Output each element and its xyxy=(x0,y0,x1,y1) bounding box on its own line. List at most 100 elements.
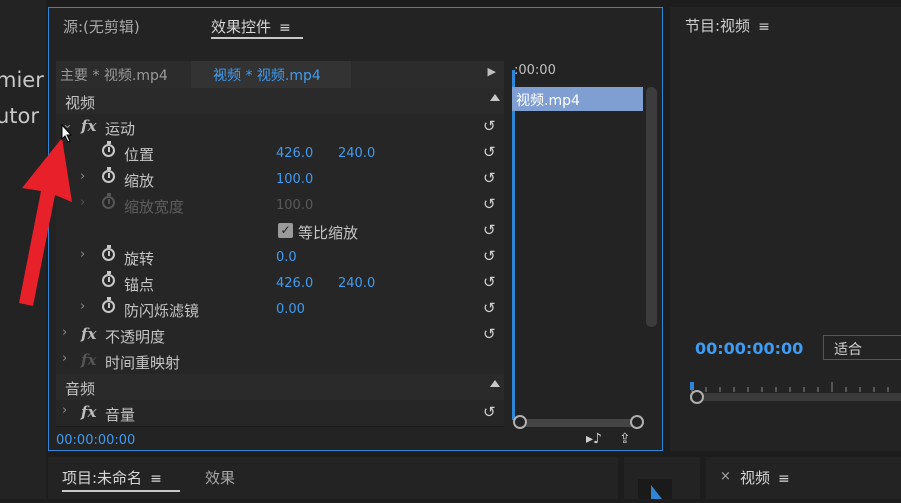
chevron-right-icon[interactable]: › xyxy=(80,169,85,184)
reset-icon[interactable]: ↺ xyxy=(483,195,496,213)
scroll-handle-right[interactable] xyxy=(630,415,644,429)
panel-menu-icon[interactable]: ≡ xyxy=(758,19,770,35)
tab-effect-controls[interactable]: 效果控件 ≡ xyxy=(211,16,291,37)
property-row-scale-width: › 缩放宽度 100.0 ↺ xyxy=(56,192,504,219)
property-row-scale[interactable]: › 缩放 100.0 ↺ xyxy=(56,166,504,193)
active-tab-underline xyxy=(211,37,303,39)
stopwatch-icon[interactable] xyxy=(102,271,115,287)
reset-icon[interactable]: ↺ xyxy=(483,325,496,343)
master-clip-label[interactable]: 主要 * 视频.mp4 xyxy=(60,65,168,85)
zoom-handle[interactable] xyxy=(690,390,704,404)
effect-row-volume[interactable]: › fx 音量 ↺ xyxy=(56,400,504,427)
scroll-handle-left[interactable] xyxy=(513,415,527,429)
program-monitor-title[interactable]: 节目:视频 ≡ xyxy=(685,15,770,36)
horizontal-scrollbar[interactable] xyxy=(515,419,639,427)
fx-icon[interactable]: fx xyxy=(81,325,96,343)
mouse-cursor-icon xyxy=(61,124,73,143)
project-panel: 项目:未命名 ≡ 效果 xyxy=(48,457,618,499)
property-label: 锚点 xyxy=(124,276,155,294)
property-value-y[interactable]: 240.0 xyxy=(338,146,375,161)
property-value[interactable]: 0.00 xyxy=(276,302,305,317)
effect-controls-panel: 源:(无剪辑) 效果控件 ≡ 主要 * 视频.mp4 ⌄ 视频 * 视频.mp4 … xyxy=(48,7,663,451)
fx-icon[interactable]: fx xyxy=(81,403,96,421)
property-value[interactable]: 0.0 xyxy=(276,250,297,265)
zoom-scroll-bar[interactable] xyxy=(690,393,901,401)
stopwatch-icon[interactable] xyxy=(102,141,115,157)
current-time-display[interactable]: 00:00:00:00 xyxy=(56,433,135,448)
active-tab-underline xyxy=(62,490,180,492)
fit-label: 适合 xyxy=(834,342,862,358)
property-value-x[interactable]: 426.0 xyxy=(276,146,313,161)
property-row-anchor[interactable]: 锚点 426.0 240.0 ↺ xyxy=(56,270,504,297)
effect-label: 时间重映射 xyxy=(105,354,181,372)
tab-source[interactable]: 源:(无剪辑) xyxy=(63,16,140,37)
audio-play-icon[interactable]: ▸♪ xyxy=(586,431,602,447)
reset-icon[interactable]: ↺ xyxy=(483,221,496,239)
property-row-anti-flicker[interactable]: › 防闪烁滤镜 0.00 ↺ xyxy=(56,296,504,323)
property-label: 缩放宽度 xyxy=(124,198,185,216)
property-value-y[interactable]: 240.0 xyxy=(338,276,375,291)
reset-icon[interactable]: ↺ xyxy=(483,143,496,161)
reset-icon[interactable]: ↺ xyxy=(483,247,496,265)
fx-icon[interactable]: fx xyxy=(81,117,96,135)
clip-header: 主要 * 视频.mp4 ⌄ 视频 * 视频.mp4 ▶ xyxy=(56,61,504,88)
clip-name: 视频.mp4 xyxy=(516,93,580,109)
chevron-right-icon[interactable]: › xyxy=(62,325,67,340)
chevron-right-icon: › xyxy=(80,195,86,210)
fit-dropdown[interactable]: 适合 xyxy=(823,335,901,360)
timeline-clip[interactable]: 视频.mp4 xyxy=(512,87,643,111)
tools-panel xyxy=(624,457,700,499)
checkbox-label: 等比缩放 xyxy=(298,224,359,242)
effect-label: 音量 xyxy=(105,406,136,424)
stopwatch-icon[interactable] xyxy=(102,245,115,261)
effect-row-opacity[interactable]: › fx 不透明度 ↺ xyxy=(56,322,504,349)
property-row-position[interactable]: 位置 426.0 240.0 ↺ xyxy=(56,140,504,167)
timeline-panel: × 视频 ≡ xyxy=(706,457,901,499)
stopwatch-icon[interactable] xyxy=(102,297,115,313)
video-section-label: 视频 xyxy=(65,94,96,112)
reset-icon[interactable]: ↺ xyxy=(483,169,496,187)
uniform-scale-checkbox[interactable]: ✓ xyxy=(278,223,293,238)
chevron-right-icon[interactable]: › xyxy=(80,299,85,314)
program-monitor-panel: 节目:视频 ≡ 00:00:00:00 适合 xyxy=(670,7,901,451)
export-icon[interactable]: ⇪ xyxy=(619,431,631,447)
panel-menu-icon[interactable]: ≡ xyxy=(778,471,790,487)
sequence-clip-selector[interactable]: ⌄ 视频 * 视频.mp4 xyxy=(191,61,351,88)
panel-menu-icon[interactable]: ≡ xyxy=(279,20,291,36)
reset-icon[interactable]: ↺ xyxy=(483,117,496,135)
panel-menu-icon[interactable]: ≡ xyxy=(150,471,162,487)
tab-project[interactable]: 项目:未命名 ≡ xyxy=(62,467,162,488)
reset-icon[interactable]: ↺ xyxy=(483,299,496,317)
time-ruler[interactable] xyxy=(690,382,901,392)
property-value-x[interactable]: 426.0 xyxy=(276,276,313,291)
chevron-right-icon[interactable]: › xyxy=(80,247,85,262)
effect-row-motion[interactable]: ⌄ fx 运动 ↺ xyxy=(56,114,504,141)
program-timecode[interactable]: 00:00:00:00 xyxy=(695,339,803,358)
property-label: 防闪烁滤镜 xyxy=(124,302,200,320)
property-row-uniform-scale[interactable]: ✓ 等比缩放 ↺ xyxy=(56,218,504,245)
close-icon[interactable]: × xyxy=(720,469,731,484)
property-value[interactable]: 100.0 xyxy=(276,172,313,187)
reset-icon[interactable]: ↺ xyxy=(483,273,496,291)
property-label: 位置 xyxy=(124,146,155,164)
chevron-right-icon[interactable]: › xyxy=(62,351,67,366)
effect-timeline[interactable]: :00:00 视频.mp4 xyxy=(510,61,644,428)
collapse-up-icon[interactable] xyxy=(490,94,500,101)
tab-effects[interactable]: 效果 xyxy=(205,467,235,488)
selection-tool[interactable] xyxy=(638,479,672,499)
effect-row-time-remapping[interactable]: › fx 时间重映射 xyxy=(56,348,504,375)
collapse-up-icon[interactable] xyxy=(490,380,500,387)
timeline-timecode: :00:00 xyxy=(514,63,556,78)
property-label: 旋转 xyxy=(124,250,155,268)
property-row-rotation[interactable]: › 旋转 0.0 ↺ xyxy=(56,244,504,271)
left-panel-text-2: utor xyxy=(0,104,40,128)
tab-sequence[interactable]: 视频 ≡ xyxy=(740,467,790,488)
video-section-header: 视频 xyxy=(56,88,504,115)
playhead[interactable] xyxy=(512,70,515,420)
chevron-right-icon[interactable]: › xyxy=(62,403,67,418)
vertical-scrollbar[interactable] xyxy=(646,87,657,327)
stopwatch-icon[interactable] xyxy=(102,167,115,183)
red-pointer-arrow-icon xyxy=(19,138,72,306)
reset-icon[interactable]: ↺ xyxy=(483,403,496,421)
play-triangle-icon[interactable]: ▶ xyxy=(488,65,496,78)
